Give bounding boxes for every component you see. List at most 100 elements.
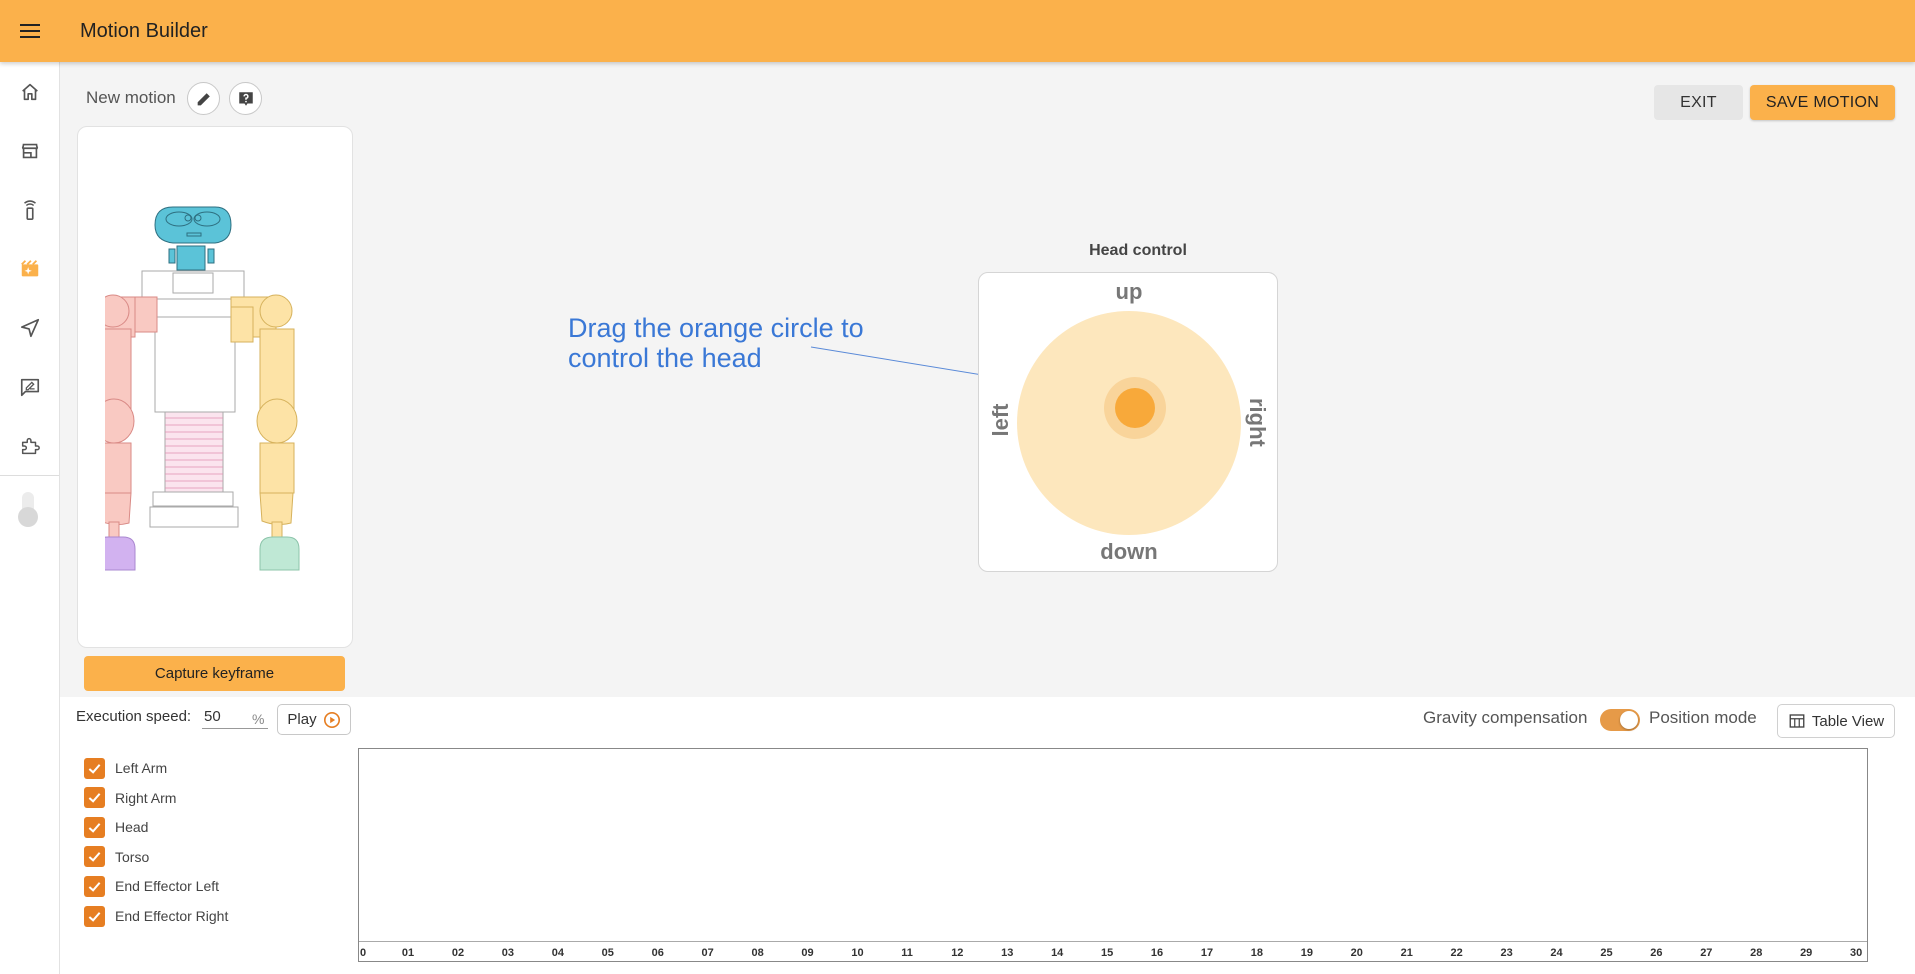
timeline-tick-label: 01 <box>401 947 415 959</box>
sidebar-item-home[interactable] <box>0 70 59 114</box>
checkbox-checked-icon[interactable] <box>84 846 105 868</box>
timeline-tick-label: 17 <box>1200 947 1214 959</box>
timeline-tick-label: 21 <box>1400 947 1413 959</box>
joystick-knob[interactable] <box>1115 388 1155 428</box>
timeline-tick-label: 09 <box>801 947 814 959</box>
app-title: Motion Builder <box>80 19 208 42</box>
remote-icon <box>23 200 36 220</box>
table-view-button[interactable]: Table View <box>1777 704 1895 738</box>
theme-toggle[interactable] <box>17 492 39 528</box>
robot-head <box>154 206 232 271</box>
timeline-tick-label: 25 <box>1600 947 1613 959</box>
checkbox-checked-icon[interactable] <box>84 905 105 927</box>
part-label: End Effector Left <box>115 878 220 895</box>
timeline-tick-label: 05 <box>601 947 614 959</box>
timeline-tick-label: 0 <box>360 947 367 959</box>
checkbox-checked-icon[interactable] <box>84 757 105 779</box>
timeline-tick-label: 03 <box>501 947 515 959</box>
timeline-tick-label: 19 <box>1300 947 1313 959</box>
feedback-icon <box>20 378 39 397</box>
joystick-area[interactable] <box>1017 311 1241 535</box>
timeline-tick-label: 28 <box>1750 947 1763 959</box>
sidebar <box>0 62 60 974</box>
timeline-tick-label: 27 <box>1700 947 1713 959</box>
sidebar-item-feedback[interactable] <box>0 365 59 409</box>
part-checkbox[interactable]: End Effector Left <box>84 875 219 897</box>
timeline-tick-label: 23 <box>1500 947 1513 959</box>
speed-unit: % <box>252 711 265 727</box>
navigation-icon <box>20 318 39 338</box>
position-mode-label: Position mode <box>1649 708 1757 727</box>
part-checkbox[interactable]: Right Arm <box>84 787 176 809</box>
help-button[interactable] <box>229 82 262 115</box>
timeline-tick-label: 20 <box>1350 947 1363 959</box>
store-icon <box>21 143 38 159</box>
help-icon <box>238 91 253 106</box>
sidebar-item-extensions[interactable] <box>0 424 59 468</box>
timeline-tick-label: 15 <box>1101 947 1114 959</box>
timeline-tick-label: 16 <box>1150 947 1164 959</box>
direction-up-label: up <box>1115 279 1143 304</box>
part-checkbox[interactable]: End Effector Right <box>84 905 228 927</box>
robot-left-arm <box>230 294 298 539</box>
direction-right-label: right <box>1245 398 1270 447</box>
part-checkbox[interactable]: Torso <box>84 846 149 868</box>
motion-name: New motion <box>86 88 176 107</box>
timeline-axis <box>359 941 1867 942</box>
timeline-tick-label: 11 <box>901 947 913 959</box>
timeline-tick-label: 12 <box>951 947 964 959</box>
edit-name-button[interactable] <box>187 82 220 115</box>
head-control-title: Head control <box>1089 242 1187 259</box>
pencil-icon <box>197 92 210 105</box>
timeline-tick-label: 18 <box>1250 947 1264 959</box>
checkbox-checked-icon[interactable] <box>84 875 105 897</box>
execution-speed-label: Execution speed: <box>76 708 192 725</box>
timeline-tick-label: 10 <box>851 947 864 959</box>
timeline-tick-label: 13 <box>1001 947 1014 959</box>
home-icon <box>21 83 38 101</box>
robot-right-arm <box>105 294 158 539</box>
direction-left-label: left <box>988 403 1013 437</box>
timeline-tick-label: 26 <box>1650 947 1663 959</box>
app-bar: Motion Builder <box>0 0 1915 62</box>
toggle-thumb <box>1620 711 1638 729</box>
part-label: Right Arm <box>115 789 177 806</box>
drag-hint-line-1: Drag the orange circle to <box>568 313 864 343</box>
head-control-pad: up down left right <box>978 272 1278 572</box>
sidebar-divider <box>0 475 59 476</box>
part-label: Head <box>115 819 149 836</box>
play-icon <box>323 711 340 728</box>
sidebar-item-navigation[interactable] <box>0 306 59 350</box>
sidebar-item-store[interactable] <box>0 129 59 173</box>
capture-keyframe-button[interactable]: Capture keyframe <box>84 656 345 691</box>
timeline-tick-label: 30 <box>1850 947 1863 959</box>
checkbox-checked-icon[interactable] <box>84 816 105 838</box>
part-checkbox[interactable]: Left Arm <box>84 757 167 779</box>
part-checkbox[interactable]: Head <box>84 816 148 838</box>
play-button[interactable]: Play <box>277 704 351 735</box>
timeline-tick-label: 07 <box>701 947 714 959</box>
save-motion-button[interactable]: SAVE MOTION <box>1750 85 1895 120</box>
sidebar-item-motion-builder[interactable] <box>0 247 59 291</box>
exit-button[interactable]: EXIT <box>1654 85 1743 120</box>
table-icon <box>1789 714 1805 728</box>
timeline-tick-label: 08 <box>751 947 764 959</box>
timeline-tick-label: 04 <box>551 947 564 959</box>
timeline-tick-label: 02 <box>451 947 465 959</box>
robot-panel <box>77 126 353 648</box>
joystick-handle[interactable] <box>1104 377 1166 439</box>
timeline-tick-label: 06 <box>651 947 664 959</box>
hamburger-menu-icon[interactable] <box>0 0 60 62</box>
timeline-tick-label: 29 <box>1800 947 1813 959</box>
checkbox-checked-icon[interactable] <box>84 787 105 809</box>
part-label: Left Arm <box>115 760 168 776</box>
timeline-panel: Execution speed: % Play Gravity compensa… <box>60 697 1915 974</box>
gravity-position-toggle[interactable] <box>1600 709 1640 731</box>
timeline-chart[interactable]: 0 01 02 03 04 05 06 07 08 09 10 11 12 13 14 15 16 17 18 19 2… <box>358 748 1868 962</box>
gravity-compensation-label: Gravity compensation <box>1423 708 1588 727</box>
timeline-tick-label: 22 <box>1450 947 1463 959</box>
sidebar-item-remote[interactable] <box>0 188 59 232</box>
part-label: Torso <box>115 848 150 865</box>
robot-illustration[interactable] <box>105 177 327 597</box>
direction-down-label: down <box>1100 539 1158 564</box>
